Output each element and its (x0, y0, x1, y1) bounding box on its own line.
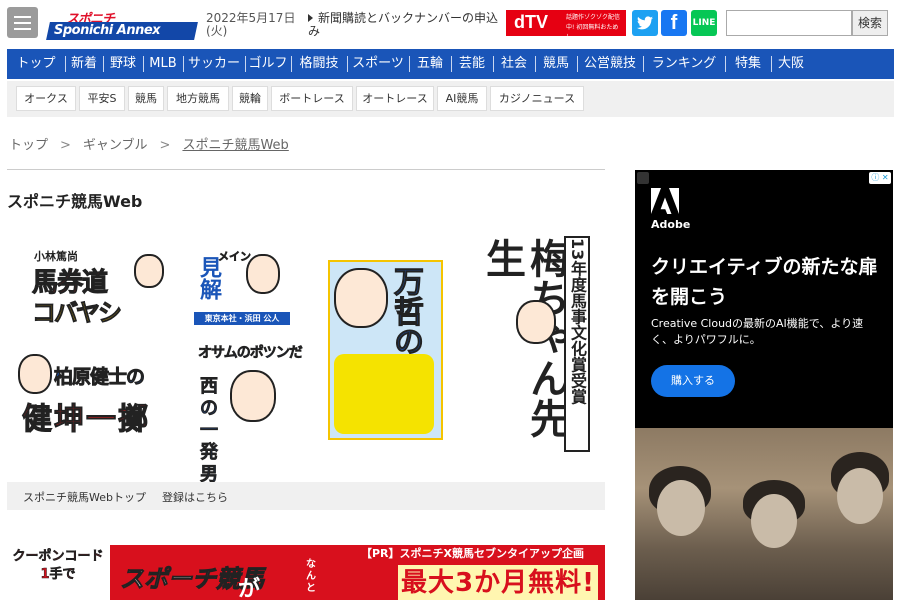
dtv-logo: dTV (514, 12, 548, 32)
dtv-banner[interactable]: dTV 話題作ゾクゾク配信中! 初回無料おためし (506, 10, 626, 41)
ad-photo (635, 428, 893, 600)
caricature-face (18, 354, 52, 394)
arrow-right-icon (308, 14, 313, 22)
links-bar: スポニチ競馬Webトップ 登録はこちら (7, 482, 605, 510)
facebook-icon[interactable]: f (661, 10, 687, 36)
hamburger-menu-icon[interactable] (7, 7, 38, 38)
nav-item-15[interactable]: 大阪 (771, 49, 811, 79)
ad-description: Creative Cloudの最新のAI機能で、より速く、よりパワフルに。 (651, 317, 864, 346)
caricature-face (230, 370, 276, 422)
divider (7, 169, 605, 170)
search-input[interactable] (726, 10, 852, 36)
columnist-banner-hamada[interactable]: メイン 見解 東京本社・浜田 公人 (194, 248, 290, 326)
pr-banner[interactable]: スポーチ競馬 が なんと 【PR】スポニチX競馬セブンタイアップ企画 最大3か月… (110, 545, 605, 600)
coupon-text: クーポンコード 1手で (12, 549, 104, 583)
nav-item-2[interactable]: 野球 (103, 49, 143, 79)
columnist-small-text: メイン (218, 250, 252, 264)
sub-nav: オークス 平安S 競馬 地方競馬 競輪 ボートレース オートレース AI競馬 カジノニュース (7, 81, 894, 117)
columnist-banner-kobayashi[interactable]: 小林篤尚 馬券道 コバヤシ (28, 248, 170, 328)
columnist-banner-ume[interactable]: 梅ちゃん先生 13年度馬事文化賞受賞 (479, 232, 592, 457)
link-register[interactable]: 登録はこちら (162, 489, 228, 505)
nav-item-0[interactable]: トップ (7, 49, 65, 79)
adobe-logo-icon (651, 188, 679, 214)
nav-item-5[interactable]: ゴルフ (245, 49, 291, 79)
yellow-burst (334, 354, 434, 434)
columnist-sub: 西の一発男 (200, 376, 219, 486)
columnist-sub: 健坤一擲 (22, 402, 150, 438)
pr-banner-headline: 最大3か月無料! (398, 565, 598, 600)
pr-ga: が (238, 577, 261, 600)
caricature-face (516, 300, 556, 344)
breadcrumb-top[interactable]: トップ (9, 138, 48, 153)
site-header: スポニチ Sponichi Annex 2022年5月17日(火) 新聞購読とバ… (0, 0, 900, 48)
nav-item-4[interactable]: サッカー (183, 49, 245, 79)
breadcrumb-gamble[interactable]: ギャンブル (83, 138, 148, 153)
pr-nanto: なんと (306, 559, 316, 594)
main-nav: トップ 新着 野球 MLB サッカー ゴルフ 格闘技 スポーツ 五輪 芸能 社会 競馬 公営競技 ランキン… (7, 49, 894, 79)
columnist-banner-osamu[interactable]: オサムのポツンだ 西の一発男 (196, 338, 308, 485)
nav-item-3[interactable]: MLB (143, 49, 183, 79)
nav-item-7[interactable]: スポーツ (347, 49, 409, 79)
ad-shield-icon (637, 172, 649, 184)
pr-banner-header: 【PR】スポニチX競馬セブンタイアップ企画 (360, 547, 584, 560)
coupon-badge[interactable]: クーポンコード 1手で (10, 546, 106, 600)
breadcrumb-current[interactable]: スポニチ競馬Web (182, 138, 288, 153)
adobe-ad[interactable]: ⓘ ✕ Adobe クリエイティブの新たな扉を開こう Creative Clou… (635, 170, 893, 600)
page-title: スポニチ競馬Web (7, 192, 143, 211)
current-date: 2022年5月17日(火) (206, 11, 296, 38)
columnist-banner-mantetsu[interactable]: 万哲の乱 (328, 260, 443, 440)
nav-item-11[interactable]: 競馬 (535, 49, 577, 79)
logo-line2: Sponichi Annex (54, 23, 161, 38)
subnav-chip-5[interactable]: ボートレース (271, 86, 353, 111)
columnist-title: オサムのポツンだ (198, 345, 303, 362)
caricature-face (334, 268, 388, 328)
subnav-chip-8[interactable]: カジノニュース (490, 86, 584, 111)
columnist-title: 柏原健士の (54, 366, 146, 389)
nav-item-6[interactable]: 格闘技 (291, 49, 347, 79)
nav-item-14[interactable]: 特集 (725, 49, 771, 79)
subnav-chip-1[interactable]: 平安S (79, 86, 125, 111)
search-button[interactable]: 検索 (852, 10, 888, 36)
subnav-chip-4[interactable]: 競輪 (232, 86, 268, 111)
columnist-title: 梅ちゃん先生 (479, 238, 569, 438)
nav-item-12[interactable]: 公営競技 (577, 49, 643, 79)
line-icon[interactable]: LINE (691, 10, 717, 36)
dtv-text: 話題作ゾクゾク配信中! 初回無料おためし (566, 14, 621, 41)
columnist-title: 見解 (196, 256, 221, 300)
subscribe-link[interactable]: 新聞購読とバックナンバーの申込み (308, 12, 498, 38)
columnist-banner-kashiwabara[interactable]: 柏原健士の 健坤一擲 (16, 352, 166, 444)
caricature-face (134, 254, 164, 288)
columnist-small-text: 13年度馬事文化賞受賞 (564, 236, 590, 452)
nav-item-13[interactable]: ランキング (643, 49, 725, 79)
breadcrumb: トップ > ギャンブル > スポニチ競馬Web (9, 138, 289, 153)
ad-headline: クリエイティブの新たな扉を開こう (651, 256, 878, 308)
nav-item-9[interactable]: 芸能 (451, 49, 493, 79)
subnav-chip-3[interactable]: 地方競馬 (167, 86, 229, 111)
adchoices-icon[interactable]: ⓘ ✕ (869, 172, 891, 184)
columnist-sub: コバヤシ (32, 299, 123, 328)
site-logo[interactable]: スポニチ Sponichi Annex (46, 8, 198, 40)
twitter-icon[interactable] (632, 10, 658, 36)
ad-buy-button[interactable]: 購入する (651, 365, 735, 397)
subnav-chip-2[interactable]: 競馬 (128, 86, 164, 111)
columnist-sub: 東京本社・浜田 公人 (194, 312, 290, 325)
nav-item-8[interactable]: 五輪 (409, 49, 451, 79)
subnav-chip-7[interactable]: AI競馬 (437, 86, 487, 111)
subnav-chip-6[interactable]: オートレース (356, 86, 434, 111)
ad-brand: Adobe (651, 218, 691, 231)
nav-item-10[interactable]: 社会 (493, 49, 535, 79)
link-keiba-web-top[interactable]: スポニチ競馬Webトップ (23, 489, 146, 505)
nav-item-1[interactable]: 新着 (65, 49, 103, 79)
caricature-face (246, 254, 280, 294)
subnav-chip-0[interactable]: オークス (16, 86, 76, 111)
